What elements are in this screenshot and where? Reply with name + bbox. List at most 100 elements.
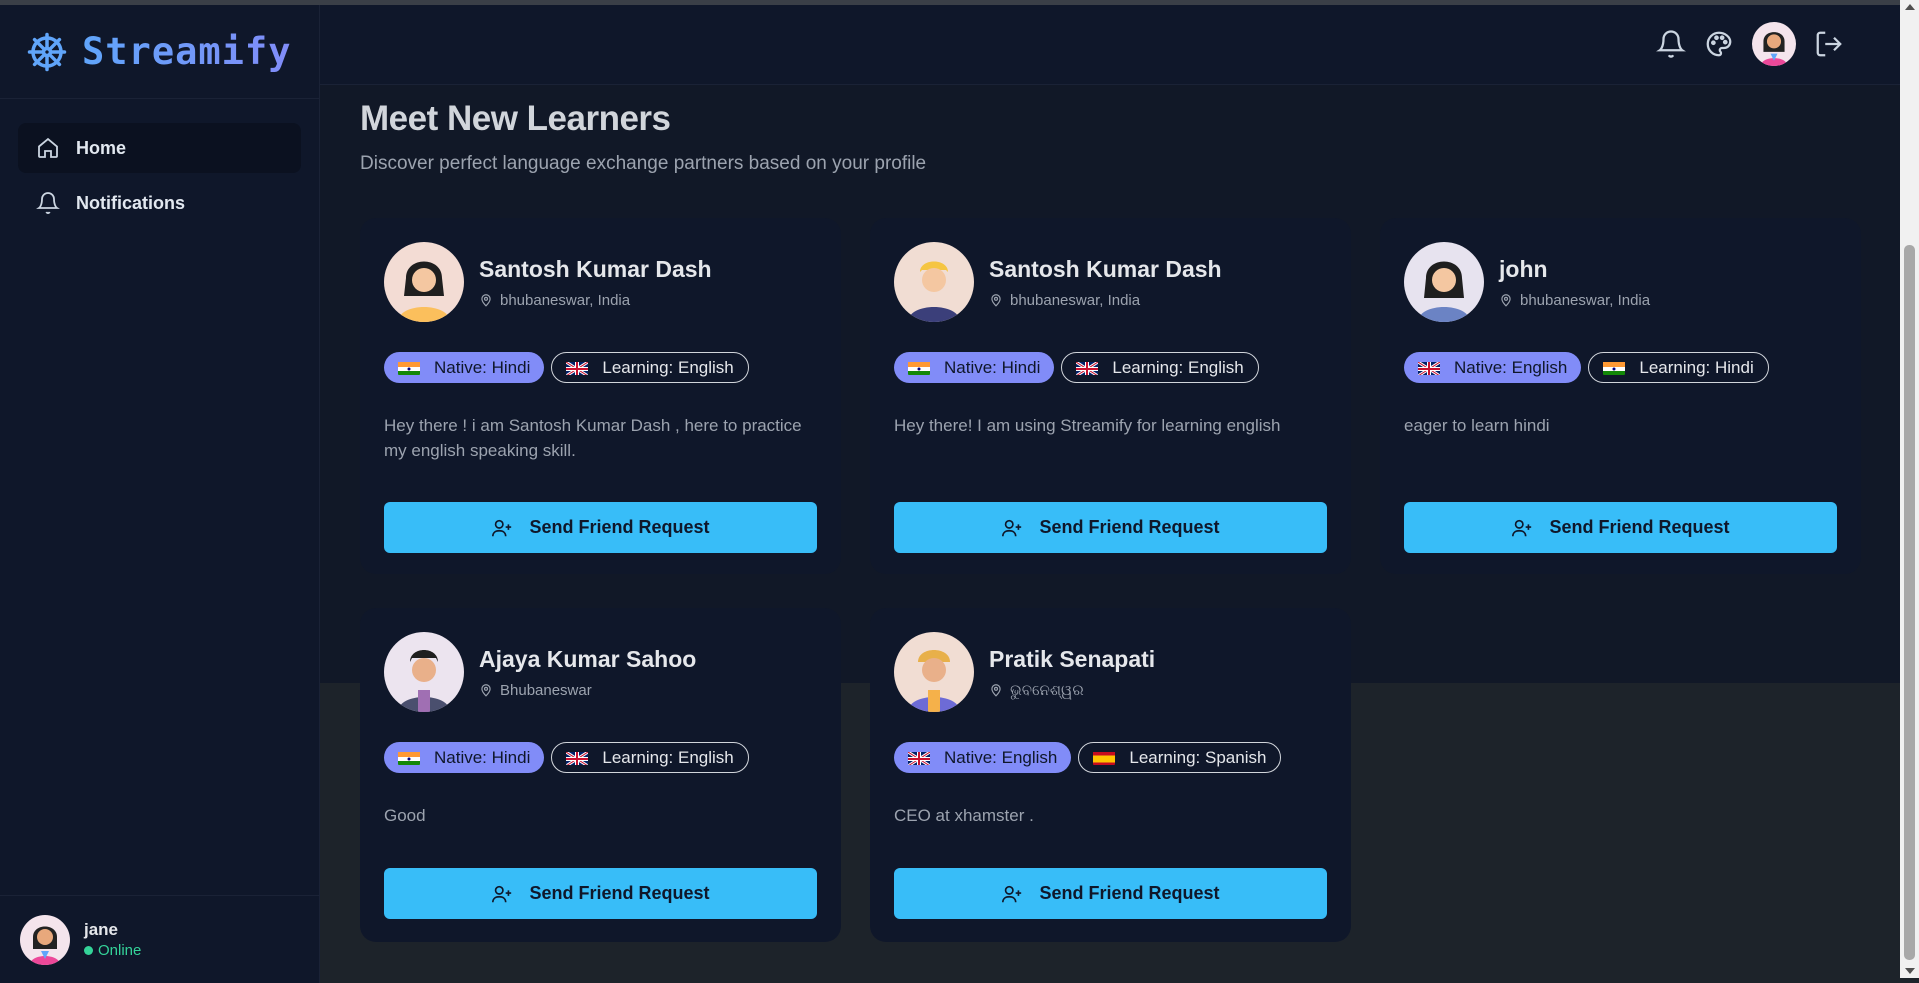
native-language-badge: Native: Hindi	[894, 352, 1055, 383]
native-language-label: Native: Hindi	[434, 747, 531, 767]
avatar	[384, 242, 464, 322]
learner-name: Pratik Senapati	[989, 645, 1156, 672]
learner-card: Ajaya Kumar Sahoo Bhubaneswar Native: Hi…	[360, 608, 841, 942]
learner-name: Ajaya Kumar Sahoo	[479, 645, 697, 672]
send-friend-request-button[interactable]: Send Friend Request	[384, 868, 817, 919]
learner-location-text: bhubaneswar, India	[1010, 291, 1141, 309]
learner-card: Santosh Kumar Dash bhubaneswar, India Na…	[360, 218, 841, 574]
bell-icon[interactable]	[1656, 29, 1686, 59]
sidebar-item-label: Notifications	[76, 192, 186, 213]
india-flag-icon	[398, 361, 420, 375]
learner-name: john	[1499, 255, 1548, 282]
home-icon	[38, 137, 58, 158]
native-language-label: Native: Hindi	[944, 357, 1041, 377]
learner-bio: eager to learn hindi	[1404, 416, 1550, 435]
learning-language-label: Learning: English	[1112, 357, 1244, 377]
learner-location: Bhubaneswar	[479, 682, 696, 699]
learning-language-label: Learning: Spanish	[1129, 747, 1267, 767]
send-friend-request-button[interactable]: Send Friend Request	[894, 502, 1327, 553]
map-pin-icon	[481, 294, 491, 307]
scrollbar-thumb[interactable]	[1904, 245, 1915, 960]
avatar	[894, 242, 974, 322]
send-friend-request-button[interactable]: Send Friend Request	[1404, 502, 1837, 553]
header-actions	[1656, 22, 1844, 66]
spain-flag-icon	[1093, 751, 1116, 765]
learning-language-badge: Learning: English	[551, 352, 749, 383]
sidebar-item-notifications[interactable]: Notifications	[18, 178, 301, 228]
india-flag-icon	[1603, 361, 1626, 375]
native-language-badge: Native: Hindi	[384, 742, 545, 773]
uk-flag-icon	[1076, 360, 1099, 375]
avatar	[1404, 242, 1484, 322]
learning-language-badge: Learning: English	[551, 742, 749, 773]
learner-location-text: Bhubaneswar	[500, 681, 592, 699]
send-friend-request-label: Send Friend Request	[529, 883, 710, 903]
native-language-badge: Native: Hindi	[384, 352, 545, 383]
native-language-label: Native: English	[1454, 357, 1568, 377]
learner-location-text: ଭୁବନେଶ୍ୱର	[1010, 681, 1084, 699]
uk-flag-icon	[1418, 360, 1440, 375]
learner-bio: Hey there! I am using Streamify for lear…	[894, 416, 1281, 435]
avatar[interactable]	[20, 914, 70, 965]
page-subtitle: Discover perfect language exchange partn…	[360, 153, 927, 174]
sidebar-item-label: Home	[76, 137, 127, 158]
india-flag-icon	[908, 361, 930, 375]
user-plus-icon	[1512, 519, 1532, 536]
learner-bio: Hey there ! i am Santosh Kumar Dash , he…	[384, 416, 802, 460]
uk-flag-icon	[566, 750, 589, 765]
map-pin-icon	[991, 684, 1001, 697]
learner-bio: Good	[384, 806, 426, 825]
learning-language-label: Learning: English	[602, 357, 734, 377]
user-plus-icon	[1002, 885, 1022, 902]
scroll-down-arrow-icon[interactable]	[1905, 968, 1915, 974]
send-friend-request-button[interactable]: Send Friend Request	[894, 868, 1327, 919]
brand[interactable]: Streamify	[0, 5, 319, 99]
learner-location: bhubaneswar, India	[479, 292, 712, 309]
avatar	[894, 632, 974, 712]
uk-flag-icon	[908, 750, 930, 765]
learner-name: Santosh Kumar Dash	[479, 255, 712, 282]
current-user-panel: jane Online	[0, 895, 320, 983]
brand-name: Streamify	[82, 30, 292, 73]
learner-card: Santosh Kumar Dash bhubaneswar, India Na…	[870, 218, 1351, 574]
learning-language-badge: Learning: Hindi	[1588, 352, 1769, 383]
learner-location: bhubaneswar, India	[1499, 292, 1650, 309]
sidebar: Streamify Home Notifications jane Online	[0, 5, 320, 983]
user-plus-icon	[492, 885, 512, 902]
user-plus-icon	[1002, 519, 1022, 536]
learner-bio: CEO at xhamster .	[894, 806, 1034, 825]
learner-location: ଭୁବନେଶ୍ୱର	[989, 682, 1155, 699]
learner-location-text: bhubaneswar, India	[1520, 291, 1651, 309]
learner-location: bhubaneswar, India	[989, 292, 1222, 309]
send-friend-request-label: Send Friend Request	[1039, 517, 1220, 537]
send-friend-request-label: Send Friend Request	[1039, 883, 1220, 903]
learning-language-badge: Learning: Spanish	[1078, 742, 1282, 773]
learner-card: Pratik Senapati ଭୁବନେଶ୍ୱର Native: Englis…	[870, 608, 1351, 942]
avatar[interactable]	[1752, 22, 1796, 66]
scroll-up-arrow-icon[interactable]	[1905, 4, 1915, 10]
learning-language-label: Learning: Hindi	[1639, 357, 1754, 377]
india-flag-icon	[398, 751, 420, 765]
bell-icon	[36, 192, 60, 214]
native-language-label: Native: English	[944, 747, 1058, 767]
user-plus-icon	[492, 519, 512, 536]
native-language-label: Native: Hindi	[434, 357, 531, 377]
palette-icon[interactable]	[1704, 29, 1734, 59]
page-scrollbar[interactable]	[1900, 0, 1919, 978]
send-friend-request-label: Send Friend Request	[1549, 517, 1730, 537]
sidebar-item-home[interactable]: Home	[18, 123, 301, 173]
native-language-badge: Native: English	[1404, 352, 1582, 383]
ship-wheel-icon	[27, 32, 67, 71]
uk-flag-icon	[566, 360, 589, 375]
avatar	[384, 632, 464, 712]
learning-language-label: Learning: English	[602, 747, 734, 767]
native-language-badge: Native: English	[894, 742, 1072, 773]
logout-icon[interactable]	[1814, 29, 1844, 59]
learning-language-badge: Learning: English	[1061, 352, 1259, 383]
map-pin-icon	[481, 684, 491, 697]
send-friend-request-button[interactable]: Send Friend Request	[384, 502, 817, 553]
learner-card: john bhubaneswar, India Native: English …	[1380, 218, 1861, 574]
learner-location-text: bhubaneswar, India	[500, 291, 631, 309]
top-header	[320, 5, 1900, 85]
online-dot	[84, 946, 93, 955]
